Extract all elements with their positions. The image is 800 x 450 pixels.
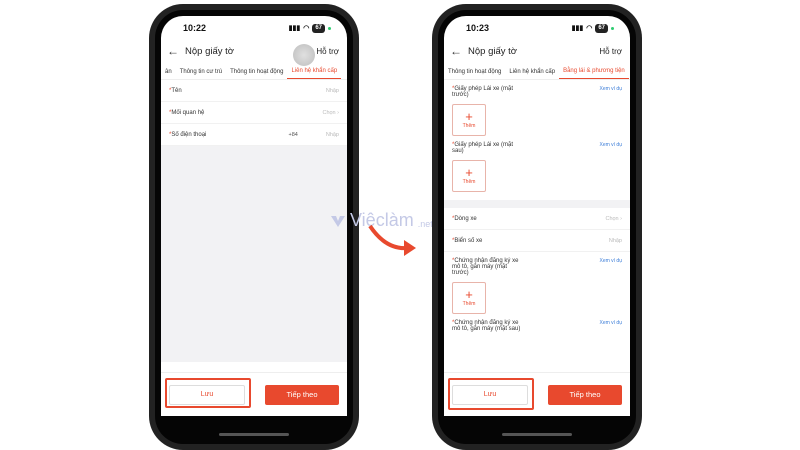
- watermark-logo-icon: [331, 215, 345, 227]
- next-button[interactable]: Tiếp theo: [548, 384, 622, 405]
- field-label: Số điện thoại: [171, 131, 207, 138]
- signal-icon: ▮▮▮: [571, 25, 584, 32]
- wifi-icon: ◠: [303, 25, 310, 32]
- plus-icon: +: [465, 287, 473, 302]
- doc-label: *Chứng nhận đăng ký xe mô tô, gắn máy (m…: [452, 258, 622, 276]
- upload-button[interactable]: + Thêm: [452, 282, 486, 314]
- field-placeholder: Chọn: [322, 109, 336, 116]
- chevron-right-icon: ›: [620, 215, 622, 222]
- back-arrow-icon[interactable]: ←: [167, 44, 179, 58]
- page-title: Nộp giấy tờ: [468, 45, 518, 57]
- relationship-field[interactable]: *Mối quan hệ Chọn ›: [161, 102, 347, 124]
- status-time: 10:23: [466, 23, 490, 33]
- section-divider: [444, 200, 630, 208]
- tab-residence[interactable]: Thông tin cư trú: [176, 69, 226, 79]
- left-phone: 10:22 ▮▮▮ ◠ 67 ← Nộp giấy tờ Hỗ trợ ân T…: [149, 4, 359, 450]
- avatar: [293, 44, 315, 66]
- vehicle-type-field[interactable]: *Dòng xe Chọn ›: [444, 208, 630, 230]
- wifi-icon: ◠: [586, 25, 593, 32]
- status-icons: ▮▮▮ ◠ 67: [288, 23, 331, 33]
- status-bar: 10:22 ▮▮▮ ◠ 67: [161, 16, 347, 40]
- doc-label: *Giấy phép Lái xe (mặt sau) Xem ví dụ: [452, 142, 622, 154]
- home-indicator: [219, 433, 289, 436]
- curved-arrow-icon: [368, 224, 416, 256]
- stage: 10:22 ▮▮▮ ◠ 67 ← Nộp giấy tờ Hỗ trợ ân T…: [0, 0, 800, 450]
- field-placeholder: Nhập: [325, 131, 339, 138]
- status-dot-icon: [328, 26, 331, 30]
- upload-label: Thêm: [462, 301, 476, 307]
- app-header: ← Nộp giấy tờ Hỗ trợ: [444, 40, 630, 62]
- status-bar: 10:23 ▮▮▮ ◠ 67: [444, 16, 630, 40]
- battery-icon: 67: [312, 23, 325, 33]
- tab-activity[interactable]: Thông tin hoạt động: [226, 69, 287, 79]
- field-label: Dòng xe: [454, 215, 477, 222]
- doc-label: *Giấy phép Lái xe (mặt trước) Xem ví dụ: [452, 86, 622, 98]
- back-arrow-icon[interactable]: ←: [450, 44, 462, 58]
- tab-bar: Thông tin hoạt động Liên hệ khẩn cấp Bằn…: [444, 62, 630, 80]
- battery-icon: 67: [595, 23, 608, 33]
- plus-icon: +: [465, 109, 473, 124]
- example-link[interactable]: Xem ví dụ: [599, 142, 622, 154]
- name-field[interactable]: *Tên Nhập: [161, 80, 347, 102]
- plus-icon: +: [465, 165, 473, 180]
- field-label: Mối quan hệ: [171, 109, 205, 116]
- upload-label: Thêm: [462, 123, 476, 129]
- right-phone: 10:23 ▮▮▮ ◠ 67 ← Nộp giấy tờ Hỗ trợ Thôn…: [432, 4, 642, 450]
- field-placeholder: Nhập: [608, 237, 622, 244]
- phone-frame: 10:22 ▮▮▮ ◠ 67 ← Nộp giấy tờ Hỗ trợ ân T…: [155, 10, 353, 444]
- field-label: Biển số xe: [454, 237, 483, 244]
- app-header: ← Nộp giấy tờ Hỗ trợ: [161, 40, 347, 66]
- help-link[interactable]: Hỗ trợ: [316, 47, 339, 56]
- watermark-suffix: .net: [417, 218, 433, 229]
- country-code[interactable]: +84: [289, 132, 298, 138]
- home-indicator: [502, 433, 572, 436]
- save-highlight-box: [448, 378, 534, 410]
- upload-label: Thêm: [462, 179, 476, 185]
- signal-icon: ▮▮▮: [288, 25, 301, 32]
- next-button[interactable]: Tiếp theo: [265, 384, 339, 405]
- upload-button[interactable]: + Thêm: [452, 160, 486, 192]
- tab-emergency-contact[interactable]: Liên hệ khẩn cấp: [505, 69, 559, 79]
- tab-license-vehicle[interactable]: Bằng lái & phương tiện: [559, 68, 629, 79]
- status-time: 10:22: [183, 23, 207, 33]
- tab-partial[interactable]: ân: [161, 69, 176, 79]
- tab-activity[interactable]: Thông tin hoạt động: [444, 69, 505, 79]
- right-screen: 10:23 ▮▮▮ ◠ 67 ← Nộp giấy tờ Hỗ trợ Thôn…: [444, 16, 630, 416]
- chevron-right-icon: ›: [337, 109, 339, 116]
- field-label: Tên: [171, 87, 182, 94]
- empty-area: [161, 146, 347, 362]
- save-highlight-box: [165, 378, 251, 408]
- status-dot-icon: [611, 26, 614, 30]
- status-icons: ▮▮▮ ◠ 67: [571, 23, 614, 33]
- page-title: Nộp giấy tờ: [185, 45, 235, 57]
- plate-number-field[interactable]: *Biển số xe Nhập: [444, 230, 630, 252]
- upload-button[interactable]: + Thêm: [452, 104, 486, 136]
- field-placeholder: Chọn: [605, 215, 619, 222]
- doc-label: *Chứng nhận đăng ký xe mô tô, gắn máy (m…: [452, 320, 622, 332]
- phone-field[interactable]: *Số điện thoại +84 Nhập: [161, 124, 347, 146]
- phone-frame: 10:23 ▮▮▮ ◠ 67 ← Nộp giấy tờ Hỗ trợ Thôn…: [438, 10, 636, 444]
- help-link[interactable]: Hỗ trợ: [599, 47, 622, 56]
- example-link[interactable]: Xem ví dụ: [599, 258, 622, 276]
- example-link[interactable]: Xem ví dụ: [599, 320, 622, 332]
- field-placeholder: Nhập: [325, 87, 339, 94]
- left-screen: 10:22 ▮▮▮ ◠ 67 ← Nộp giấy tờ Hỗ trợ ân T…: [161, 16, 347, 416]
- tab-emergency-contact[interactable]: Liên hệ khẩn cấp: [287, 68, 342, 79]
- tab-bar: ân Thông tin cư trú Thông tin hoạt động …: [161, 62, 347, 80]
- example-link[interactable]: Xem ví dụ: [599, 86, 622, 98]
